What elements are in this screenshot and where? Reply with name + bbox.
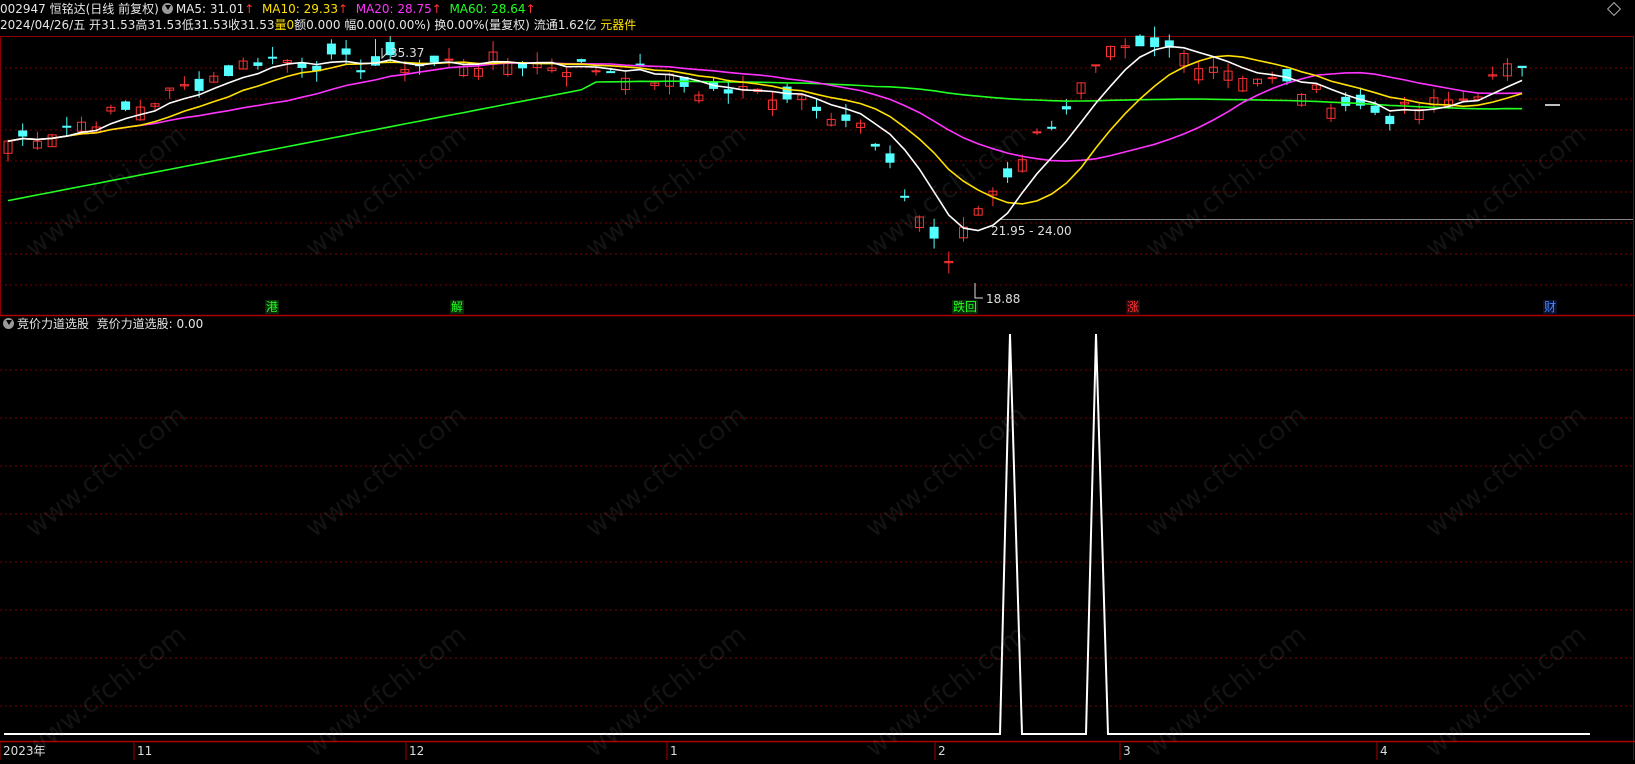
x-axis-label: 1 bbox=[670, 744, 678, 758]
candle-body bbox=[1385, 115, 1395, 125]
candle-body bbox=[518, 63, 527, 69]
date-label: 2024/04/26/五 bbox=[0, 18, 86, 32]
volume-label: 量0 bbox=[274, 18, 295, 32]
candle-body bbox=[929, 226, 939, 239]
candle-body bbox=[62, 125, 72, 128]
ma20-label: MA20: 28.75 bbox=[355, 2, 432, 16]
candle-body bbox=[429, 55, 439, 63]
close-label: 收31.53 bbox=[228, 18, 275, 32]
indicator-name[interactable]: 竞价力道选股 bbox=[17, 317, 89, 331]
candle-body bbox=[18, 130, 28, 137]
indicator-header: 竞价力道选股 竞价力道选股: 0.00 bbox=[0, 316, 203, 332]
dropdown-circle-icon[interactable] bbox=[161, 3, 173, 14]
candle-body bbox=[1061, 106, 1071, 110]
candle-body bbox=[341, 48, 351, 55]
x-axis-label: 2 bbox=[938, 744, 946, 758]
candle-body bbox=[444, 58, 454, 61]
ma10-label: MA10: 29.33 bbox=[261, 2, 338, 16]
candle-body bbox=[1003, 168, 1013, 178]
candle-body bbox=[1135, 35, 1145, 47]
diamond-icon[interactable] bbox=[1606, 1, 1622, 17]
high-price-value: 35.37 bbox=[390, 46, 425, 60]
x-axis-label: 4 bbox=[1380, 744, 1388, 758]
x-axis-label: 12 bbox=[409, 744, 425, 758]
indicator-value: 竞价力道选股: 0.00 bbox=[96, 317, 204, 331]
candle-body bbox=[121, 101, 131, 110]
candle-body bbox=[870, 143, 880, 147]
candle-body bbox=[356, 70, 366, 73]
amount-label: 额0.000 bbox=[294, 18, 341, 32]
candle-body bbox=[900, 195, 910, 198]
turnover-label: 换0.00%(量复权) bbox=[434, 18, 530, 32]
ma20-arrow-icon: ↑ bbox=[431, 2, 442, 16]
candle-body bbox=[812, 106, 821, 111]
change-label: 幅0.00(0.00%) bbox=[344, 18, 431, 32]
ma5-arrow-icon: ↑ bbox=[244, 2, 255, 16]
indicator-line bbox=[4, 333, 1590, 735]
candle-body bbox=[591, 70, 601, 73]
ma10-arrow-icon: ↑ bbox=[337, 2, 349, 16]
candle-body bbox=[1341, 96, 1351, 106]
event-tag-unlock[interactable]: 解 bbox=[450, 300, 465, 314]
low-price-value: 18.88 bbox=[986, 292, 1021, 306]
candle-body bbox=[268, 56, 278, 59]
low-label: 低31.53 bbox=[181, 18, 229, 32]
open-label: 开31.53 bbox=[89, 18, 136, 32]
event-tag-finance[interactable]: 财 bbox=[1543, 300, 1558, 314]
candle-body bbox=[841, 114, 851, 121]
range-price-label: 21.95 - 24.00 bbox=[990, 224, 1073, 238]
ma60-label: MA60: 28.64 bbox=[449, 2, 526, 16]
candle-body bbox=[1047, 126, 1057, 129]
candle-body bbox=[1517, 65, 1527, 69]
price-panel-border bbox=[0, 36, 1634, 316]
ma60-arrow-icon: ↑ bbox=[525, 2, 536, 16]
high-label: 高31.53 bbox=[135, 18, 182, 32]
candle-body bbox=[1282, 69, 1292, 82]
float-label: 流通1.62亿 bbox=[533, 18, 597, 32]
range-price-value: 21.95 - 24.00 bbox=[991, 224, 1072, 238]
candle-body bbox=[194, 78, 204, 91]
x-axis-label: 2023年 bbox=[3, 744, 46, 758]
event-tag-fallback[interactable]: 跌回 bbox=[952, 300, 979, 314]
candle-body bbox=[723, 89, 733, 94]
candle-body bbox=[224, 65, 233, 77]
candle-body bbox=[576, 59, 586, 62]
event-tag-port[interactable]: 港 bbox=[265, 300, 280, 314]
sector-link[interactable]: 元器件 bbox=[600, 18, 636, 32]
candle-body bbox=[1032, 131, 1042, 134]
x-axis-label: 11 bbox=[137, 744, 153, 758]
candle-body bbox=[606, 71, 616, 74]
low-price-label: 18.88 bbox=[985, 292, 1021, 306]
x-axis-label: 3 bbox=[1123, 744, 1131, 758]
candle-body bbox=[253, 62, 263, 66]
indicator-circle-icon[interactable] bbox=[3, 318, 14, 329]
event-tag-rise[interactable]: 涨 bbox=[1126, 300, 1141, 314]
stock-title[interactable]: 002947 恒铭达(日线 前复权) bbox=[0, 2, 159, 16]
chart-header: 002947 恒铭达(日线 前复权) MA5: 31.01↑ MA10: 29.3… bbox=[0, 0, 1635, 36]
candle-body bbox=[326, 43, 336, 55]
candle-body bbox=[297, 62, 307, 68]
candle-body bbox=[885, 153, 895, 163]
high-price-label: 35.37 bbox=[389, 46, 425, 60]
ma5-label: MA5: 31.01 bbox=[175, 2, 245, 16]
candle-body bbox=[1267, 77, 1277, 80]
stock-chart-canvas[interactable] bbox=[0, 0, 1635, 760]
candle-body bbox=[1370, 105, 1380, 113]
candle-body bbox=[1150, 37, 1160, 48]
